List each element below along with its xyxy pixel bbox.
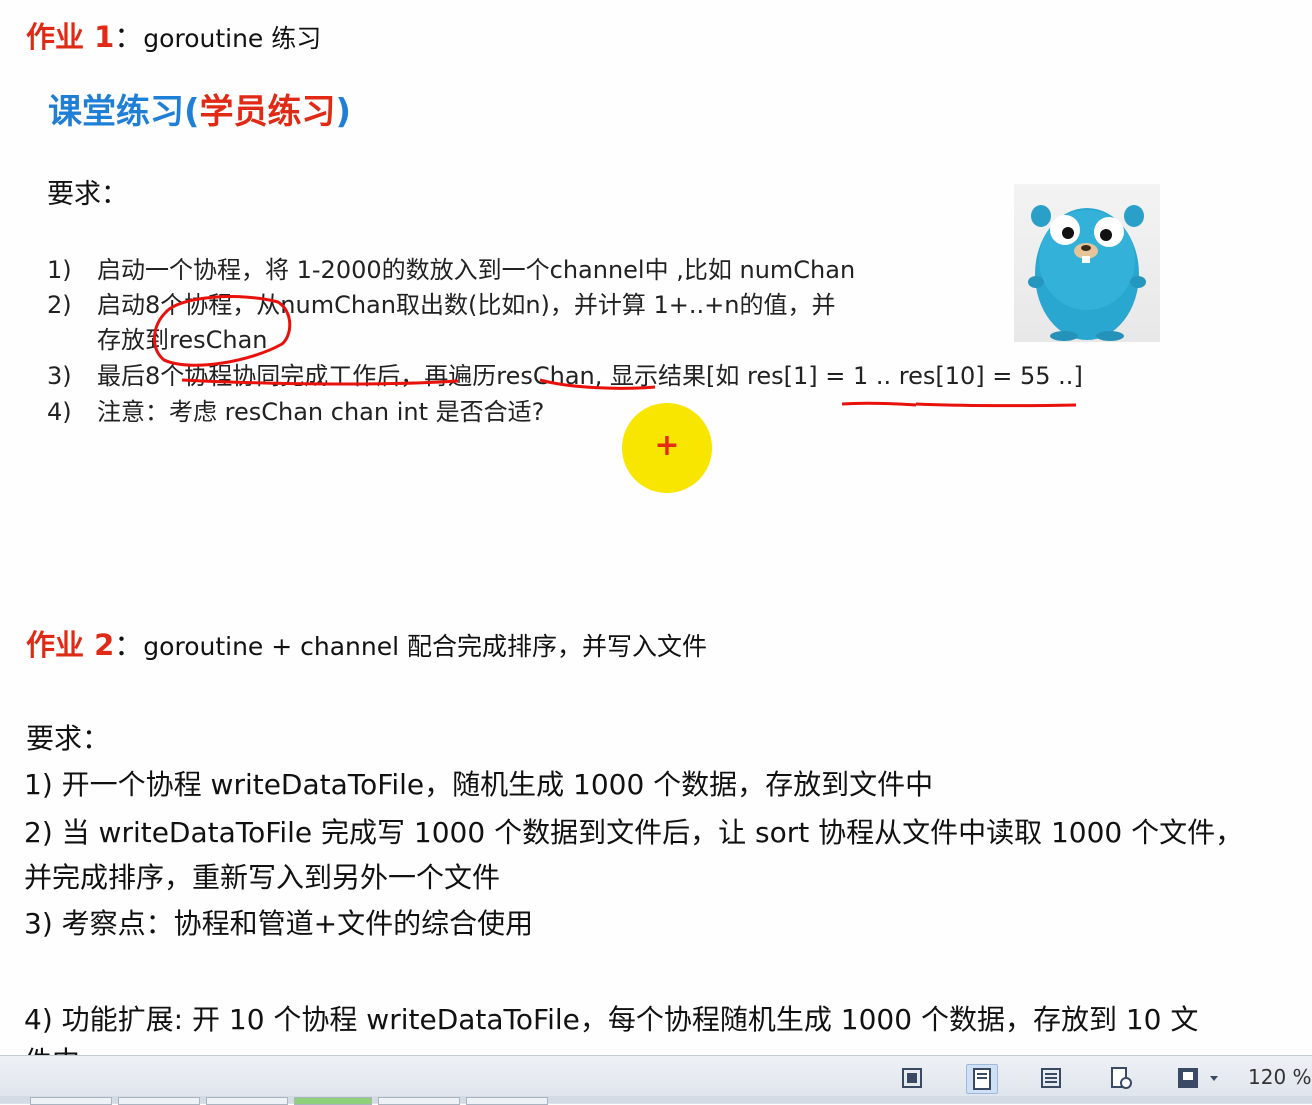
requirements2-label: 要求：: [26, 722, 111, 755]
cursor-highlight: +: [622, 403, 712, 493]
item-number: 2): [47, 291, 72, 319]
requirement1-item-2: 2) 启动8个协程，从numChan取出数(比如n)，并计算 1+..+n的值，并: [47, 285, 835, 320]
cursor-plus-icon: +: [654, 428, 680, 463]
classwork-part2: 学员练习: [199, 92, 336, 132]
sheet-tab-active[interactable]: [294, 1097, 372, 1105]
requirement2-line-2: 2) 当 writeDataToFile 完成写 1000 个数据到文件后，让 …: [24, 816, 1244, 849]
print-layout-icon[interactable]: [966, 1064, 998, 1094]
sheet-tab[interactable]: [206, 1097, 288, 1105]
requirements1-label: 要求：: [47, 179, 128, 210]
homework2-heading: 作业 2：goroutine + channel 配合完成排序，并写入文件: [26, 622, 707, 664]
requirement2-line-5: 4) 功能扩展: 开 10 个协程 writeDataToFile，每个协程随机…: [24, 1003, 1199, 1036]
classwork-title: 课堂练习(学员练习): [48, 84, 351, 133]
requirement2-line-3: 并完成排序，重新写入到另外一个文件: [24, 861, 501, 894]
item-text: 启动一个协程，将 1-2000的数放入到一个channel中 ,比如 numCh…: [97, 256, 856, 284]
outline-icon[interactable]: [1036, 1064, 1066, 1092]
sheet-tab[interactable]: [30, 1097, 112, 1105]
classwork-part1: 课堂练习(: [48, 92, 200, 132]
homework1-colon: ：: [114, 20, 144, 54]
reading-icon[interactable]: [1174, 1064, 1224, 1092]
gopher-icon: [1028, 205, 1146, 341]
homework2-label: 作业 2: [26, 628, 115, 662]
web-layout-icon[interactable]: [1106, 1064, 1136, 1092]
homework2-colon: ：: [114, 628, 144, 662]
item-text: 最后8个协程协同完成工作后，再遍历resChan, 显示结果[如 res[1] …: [97, 362, 1083, 390]
item-text: 启动8个协程，从numChan取出数(比如n)，并计算 1+..+n的值，并: [97, 291, 836, 319]
homework1-heading: 作业 1：goroutine 练习: [26, 14, 321, 56]
fullscreen-icon[interactable]: [897, 1064, 927, 1092]
homework1-label: 作业 1: [26, 20, 115, 54]
requirement1-item-4: 4) 注意：考虑 resChan chan int 是否合适?: [47, 392, 544, 427]
item-number: 3): [47, 362, 72, 390]
sheet-tab[interactable]: [118, 1097, 200, 1105]
requirement1-item-2-cont: 存放到resChan: [47, 320, 268, 355]
gopher-mascot-image: [1014, 184, 1160, 342]
sheet-tab[interactable]: [466, 1097, 548, 1105]
classwork-part3: ): [335, 92, 352, 132]
sheet-tab[interactable]: [378, 1097, 460, 1105]
item-text: 注意：考虑 resChan chan int 是否合适?: [97, 398, 545, 426]
item-number: 1): [47, 256, 72, 284]
requirement1-item-1: 1) 启动一个协程，将 1-2000的数放入到一个channel中 ,比如 num…: [47, 250, 855, 285]
item-number: 4): [47, 398, 72, 426]
item-text: 存放到resChan: [97, 326, 268, 354]
requirement1-item-3: 3) 最后8个协程协同完成工作后，再遍历resChan, 显示结果[如 res[1…: [47, 356, 1083, 391]
homework2-title: goroutine + channel 配合完成排序，并写入文件: [143, 632, 708, 661]
homework1-title: goroutine 练习: [143, 24, 322, 53]
requirement2-line-1: 1) 开一个协程 writeDataToFile，随机生成 1000 个数据，存…: [24, 768, 934, 801]
zoom-level[interactable]: 120 %: [1248, 1065, 1312, 1089]
requirement2-line-4: 3) 考察点：协程和管道+文件的综合使用: [24, 907, 534, 940]
